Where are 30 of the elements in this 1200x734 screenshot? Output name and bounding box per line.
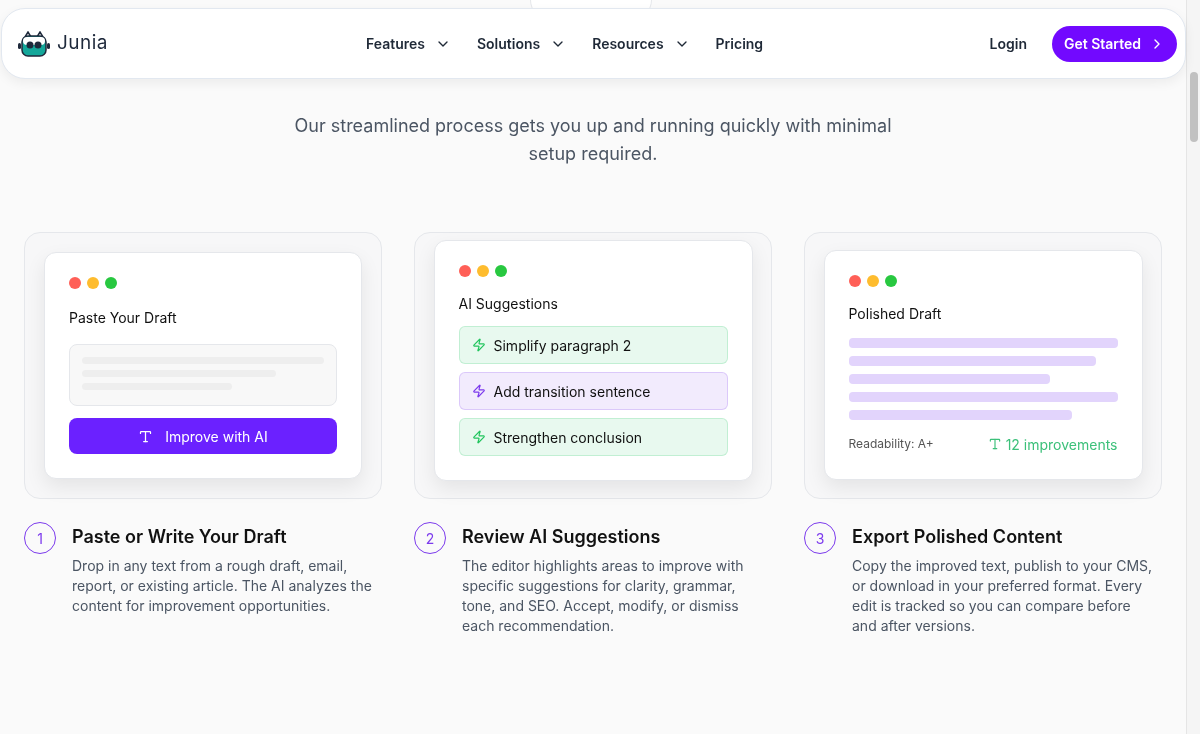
logo[interactable]: Junia: [17, 29, 108, 58]
suggestion-item[interactable]: Add transition sentence: [458, 372, 728, 410]
lightning-icon: [471, 430, 486, 444]
nav-link[interactable]: Features: [365, 33, 451, 54]
step-description: The editor highlights areas to improve with specific suggestions for clarity, grammar, tone, and SEO. Accept, modify, or dismiss each recommendation.: [462, 556, 745, 636]
card-title: Paste Your Draft: [69, 308, 178, 328]
step-title: Review AI Suggestions: [462, 525, 662, 549]
step-title: Export Polished Content: [852, 525, 1064, 549]
robot-logo-icon: [17, 30, 51, 57]
step-description: Drop in any text from a rough draft, email, report, or existing article. The AI analyzes the content for improvement opportunities.: [72, 556, 373, 616]
nav-link[interactable]: Solutions: [476, 33, 567, 54]
readability-label: Readability: A+: [848, 435, 934, 453]
nav-link[interactable]: Pricing: [715, 33, 764, 54]
suggestion-item[interactable]: Strengthen conclusion: [458, 418, 728, 456]
improve-button[interactable]: Improve with AI: [69, 418, 337, 454]
step-title: Paste or Write Your Draft: [72, 525, 288, 549]
login-link[interactable]: Login: [989, 33, 1027, 54]
lightning-icon: [471, 384, 486, 398]
lightning-icon: [471, 338, 486, 352]
text-icon: [987, 437, 1002, 451]
get-started-button[interactable]: Get Started: [1051, 25, 1177, 62]
improvements-count: 12 improvements: [1005, 434, 1118, 455]
text-icon: [138, 428, 154, 444]
card-title: AI Suggestions: [458, 294, 559, 314]
draft-field[interactable]: [69, 344, 337, 406]
step-description: Copy the improved text, publish to your CMS, or download in your preferred format. Every edit is tracked so you can compare before and after versions.: [852, 556, 1154, 636]
card-title: Polished Draft: [848, 303, 943, 324]
hero-subtitle: Our streamlined process gets you up and running quickly with minimal setup required.: [293, 114, 893, 166]
suggestion-item[interactable]: Simplify paragraph 2: [458, 326, 728, 364]
nav-link[interactable]: Resources: [592, 33, 690, 54]
